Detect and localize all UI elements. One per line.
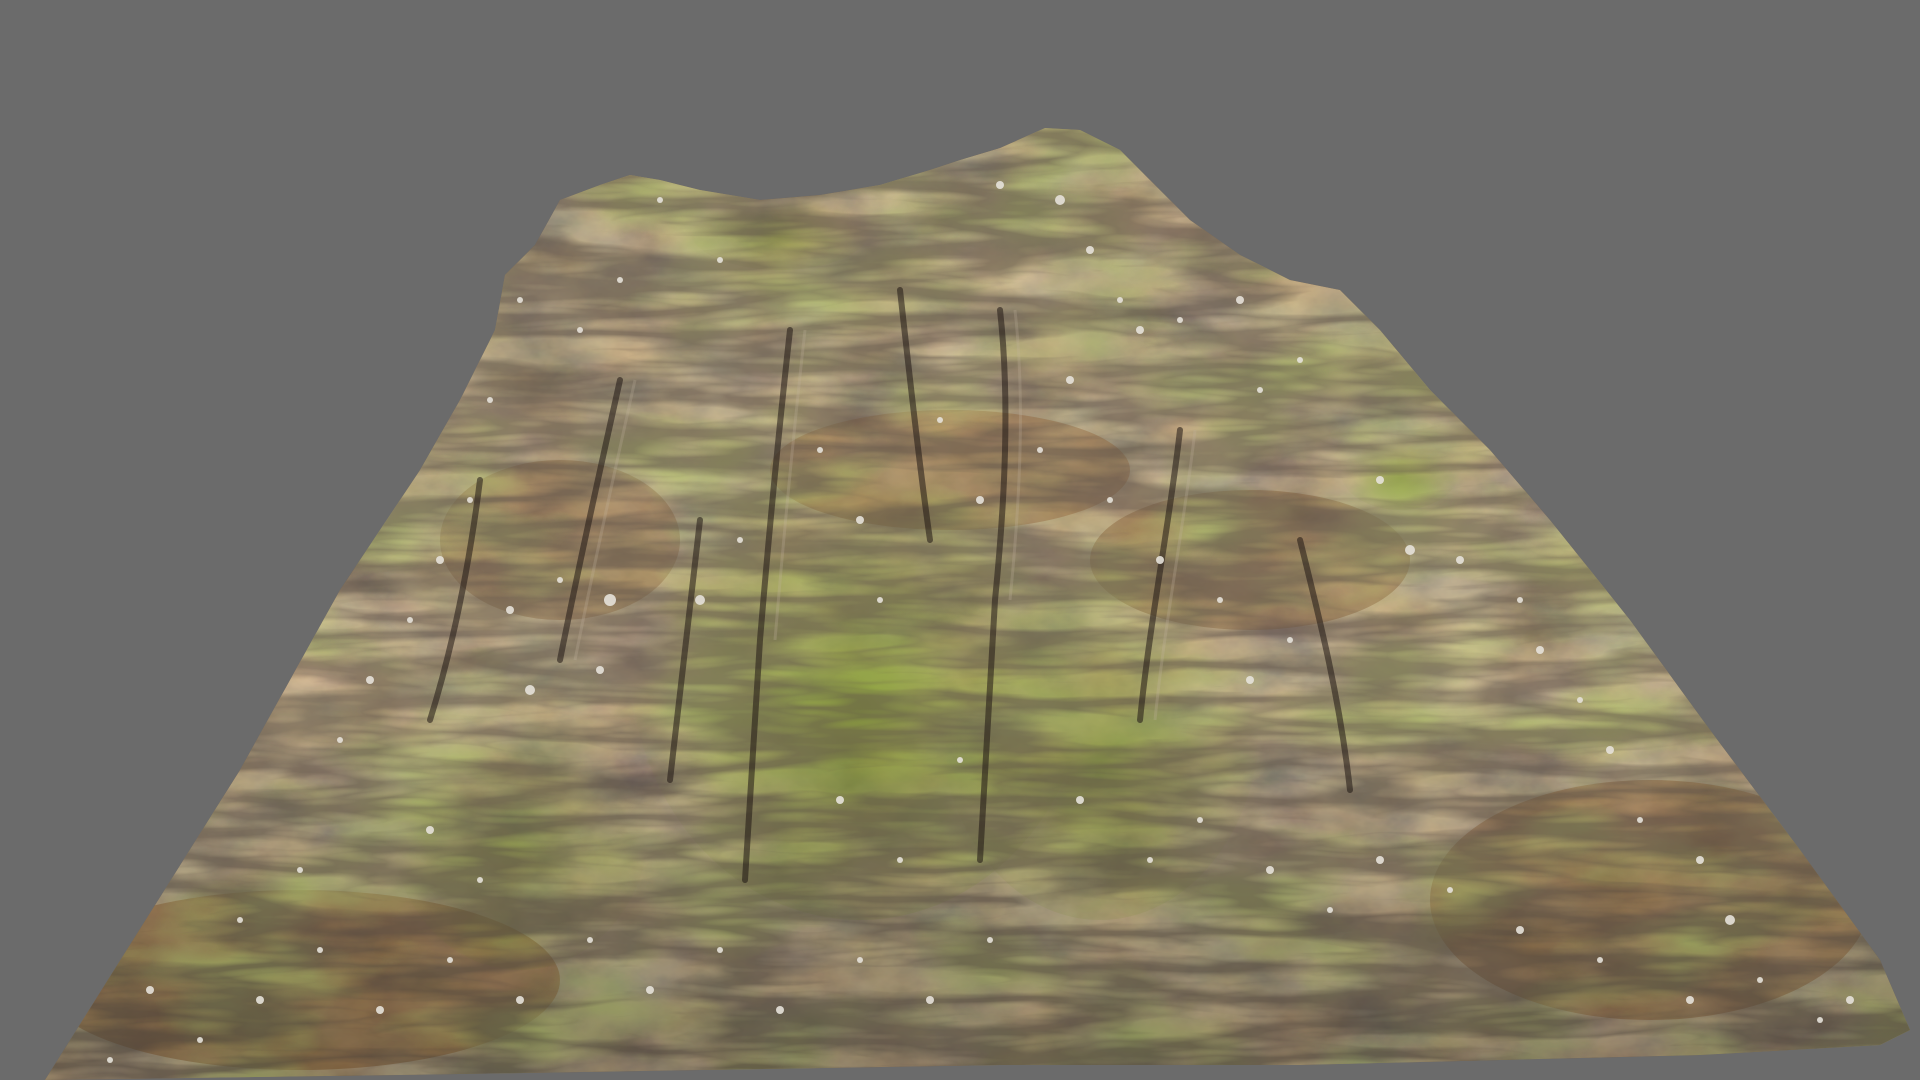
rock-terrain-model	[0, 0, 1920, 1080]
3d-viewport[interactable]	[0, 0, 1920, 1080]
